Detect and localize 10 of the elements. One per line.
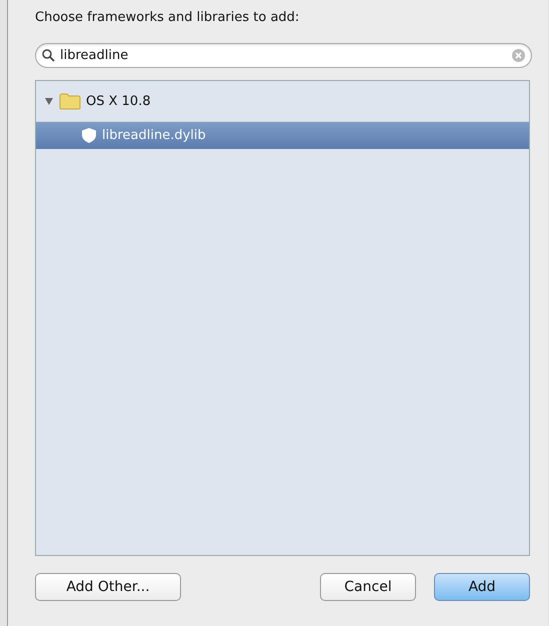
tree-label: libreadline.dylib [102, 128, 206, 143]
default-button[interactable]: Add [434, 573, 530, 601]
dialog-button[interactable]: Add Other... [35, 573, 181, 601]
tree-label: OS X 10.8 [86, 94, 151, 108]
dialog-title: Choose frameworks and libraries to add: [35, 10, 300, 27]
shield-icon [81, 127, 97, 144]
disclosure-triangle-icon[interactable] [44, 96, 54, 106]
dialog-button[interactable]: Cancel [320, 573, 416, 601]
folder-icon [59, 92, 81, 110]
search-field[interactable]: libreadline [35, 43, 532, 68]
